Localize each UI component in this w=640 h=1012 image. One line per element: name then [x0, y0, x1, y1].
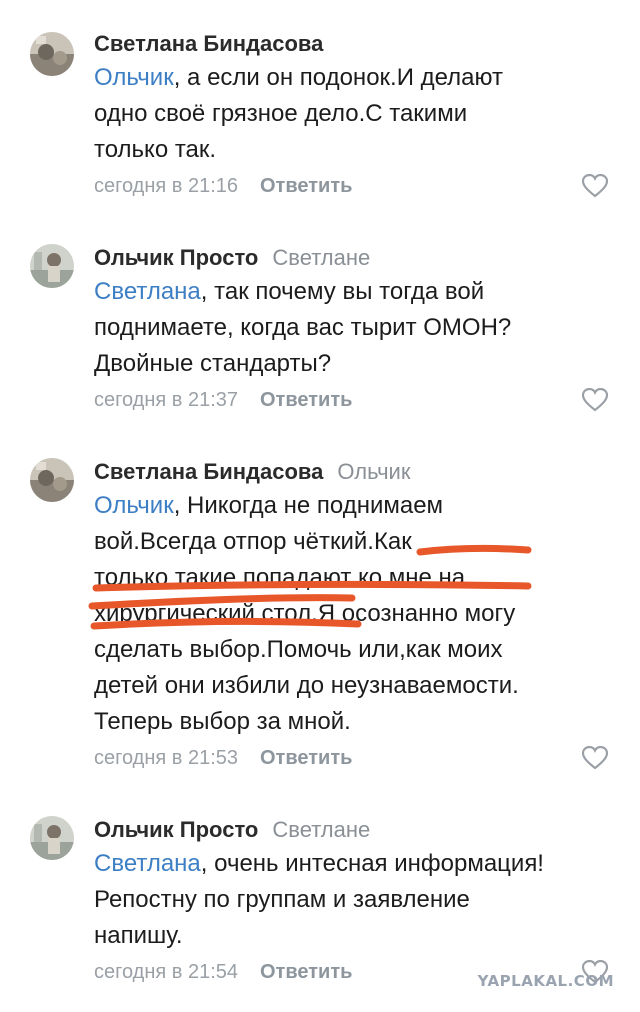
- comment-line: только так.: [94, 136, 217, 163]
- heart-icon[interactable]: [582, 746, 608, 770]
- comment-line: вой.Всегда отпор чёткий.Как: [94, 528, 412, 555]
- author-name[interactable]: Ольчик Просто: [94, 817, 258, 843]
- reply-button[interactable]: Ответить: [260, 175, 352, 198]
- comment-line: детей они избили до неузнаваемости.: [94, 672, 519, 699]
- comment-line: поднимаете, когда вас тырит ОМОН?: [94, 314, 512, 341]
- reply-button[interactable]: Ответить: [260, 747, 352, 770]
- reply-to-label[interactable]: Светлане: [272, 245, 370, 271]
- timestamp[interactable]: сегодня в 21:53: [94, 747, 238, 770]
- comment-line: Теперь выбор за мной.: [94, 708, 351, 735]
- timestamp[interactable]: сегодня в 21:54: [94, 961, 238, 984]
- author-name[interactable]: Ольчик Просто: [94, 245, 258, 271]
- author-avatar[interactable]: [30, 458, 74, 502]
- comment-text: Светлана, так почему вы тогда вой поднима…: [94, 274, 620, 382]
- comment-line: , так почему вы тогда вой: [200, 278, 485, 305]
- author-avatar[interactable]: [30, 32, 74, 76]
- comment-line: , а если он подонок.И делают: [173, 64, 503, 91]
- heart-icon[interactable]: [582, 174, 608, 198]
- watermark: YAPLAKAL.COM: [477, 972, 614, 990]
- comment-text: Ольчик, Никогда не поднимаем вой.Всегда о…: [94, 488, 620, 740]
- comment-line: одно своё грязное дело.С такими: [94, 100, 468, 127]
- comment-line: , очень интесная информация!: [200, 850, 544, 877]
- author-avatar[interactable]: [30, 816, 74, 860]
- comment-line: только такие попадают ко мне на: [94, 564, 466, 591]
- comment-line: хирургический стол.Я осознанно могу: [94, 600, 516, 627]
- reply-button[interactable]: Ответить: [260, 389, 352, 412]
- mention-link[interactable]: Ольчик: [94, 64, 174, 91]
- comment-line: Двойные стандарты?: [94, 350, 332, 377]
- reply-to-label[interactable]: Светлане: [272, 817, 370, 843]
- comment-text: Светлана, очень интесная информация! Репо…: [94, 846, 620, 954]
- comment-line: напишу.: [94, 922, 183, 949]
- timestamp[interactable]: сегодня в 21:16: [94, 175, 238, 198]
- author-name[interactable]: Светлана Биндасова: [94, 459, 323, 485]
- mention-link[interactable]: Светлана: [94, 850, 201, 877]
- comment-text: Ольчик, а если он подонок.И делают одно с…: [94, 60, 620, 168]
- reply-to-label[interactable]: Ольчик: [337, 459, 410, 485]
- comment-line: сделать выбор.Помочь или,как моих: [94, 636, 503, 663]
- author-avatar[interactable]: [30, 244, 74, 288]
- comment-line: Репостну по группам и заявление: [94, 886, 470, 913]
- author-name[interactable]: Светлана Биндасова: [94, 31, 323, 57]
- mention-link[interactable]: Ольчик: [94, 492, 174, 519]
- timestamp[interactable]: сегодня в 21:37: [94, 389, 238, 412]
- reply-button[interactable]: Ответить: [260, 961, 352, 984]
- mention-link[interactable]: Светлана: [94, 278, 201, 305]
- heart-icon[interactable]: [582, 388, 608, 412]
- comment-line: , Никогда не поднимаем: [173, 492, 444, 519]
